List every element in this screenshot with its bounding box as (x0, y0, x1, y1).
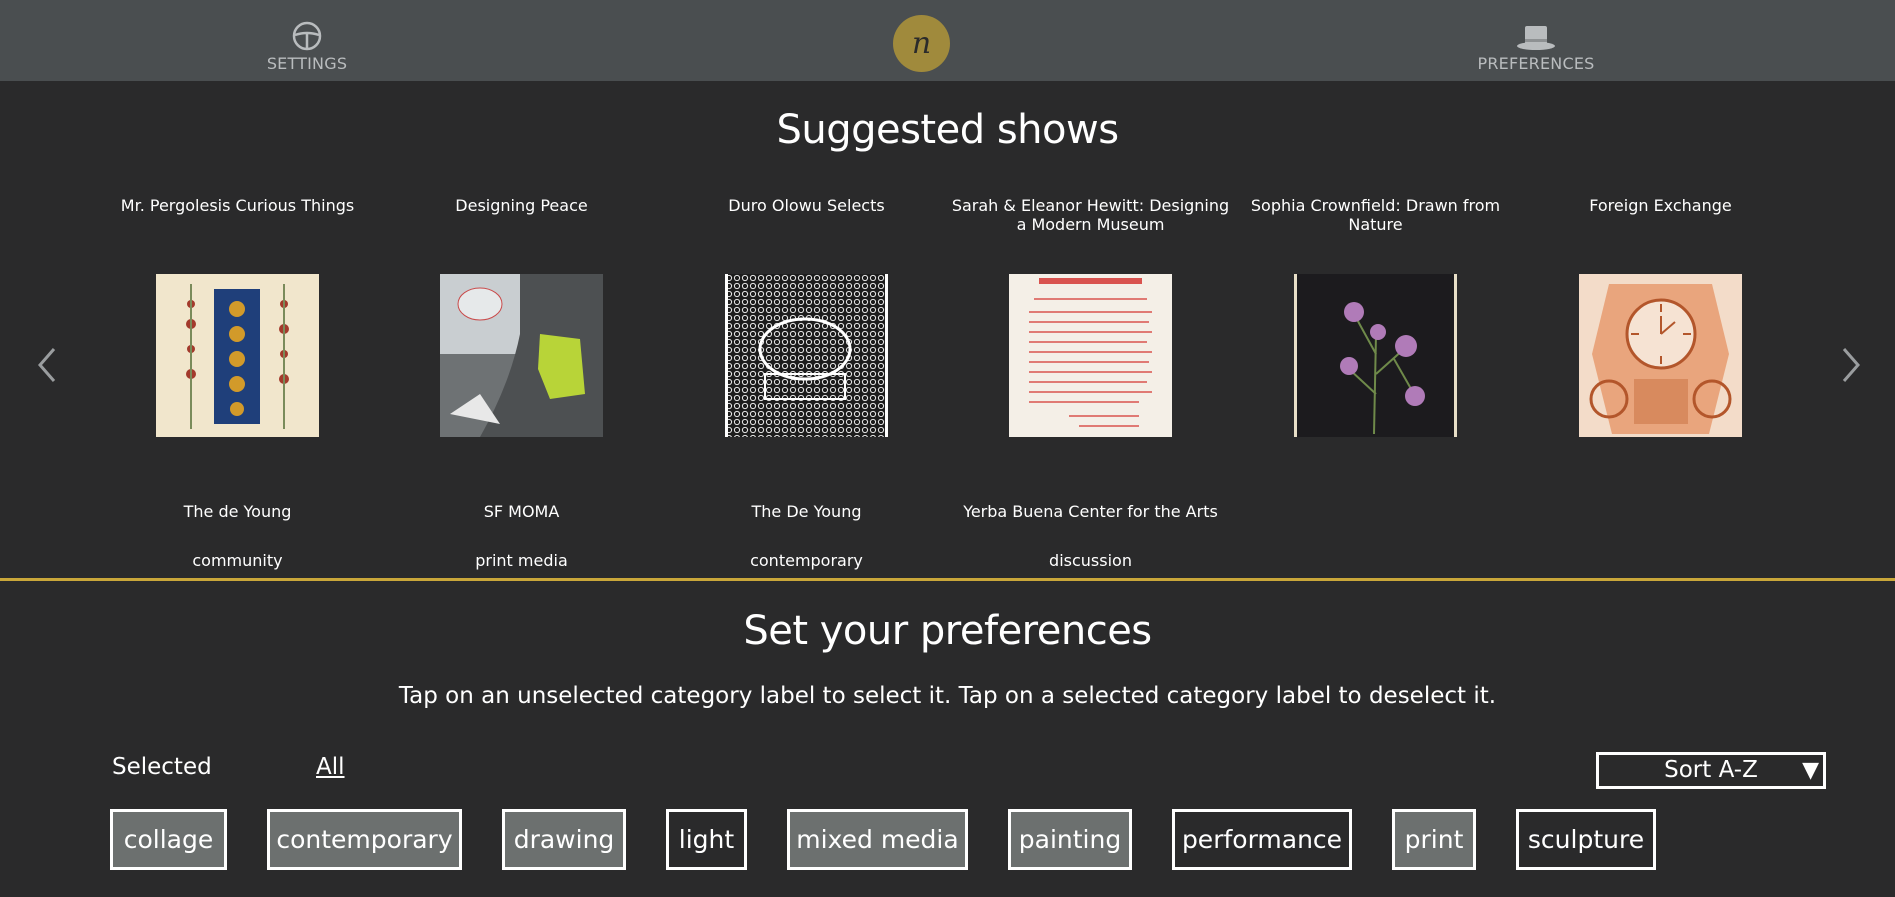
show-card[interactable]: Foreign Exchange (1518, 196, 1803, 502)
category-chip-label: drawing (513, 825, 615, 854)
category-chip-sculpture[interactable]: sculpture (1516, 809, 1656, 870)
caret-down-icon: ▼ (1802, 758, 1819, 783)
preferences-label: PREFERENCES (1477, 54, 1595, 73)
category-chip-label: mixed media (796, 825, 959, 854)
category-chip-label: sculpture (1527, 825, 1645, 854)
show-venue: Yerba Buena Center for the Arts (963, 502, 1218, 521)
category-chip-light[interactable]: light (666, 809, 747, 870)
suggested-shows-heading: Suggested shows (776, 107, 1119, 153)
show-thumbnail (440, 274, 603, 437)
show-thumbnail (1009, 274, 1172, 437)
show-card[interactable]: Sophia Crownfield: Drawn from Nature (1233, 196, 1518, 502)
show-thumbnail (1579, 274, 1742, 437)
show-card[interactable]: Sarah & Eleanor Hewitt: Designing a Mode… (948, 196, 1233, 570)
top-hat-icon (1436, 16, 1636, 52)
chevron-right-icon (1842, 348, 1860, 382)
show-thumbnail (725, 274, 888, 437)
category-chip-drawing[interactable]: drawing (502, 809, 626, 870)
show-title: Sarah & Eleanor Hewitt: Designing a Mode… (951, 196, 1230, 234)
category-chip-label: contemporary (276, 825, 453, 854)
preferences-nav-button[interactable]: PREFERENCES (1436, 16, 1636, 73)
show-venue: The de Young (183, 502, 292, 521)
category-chip-contemporary[interactable]: contemporary (267, 809, 462, 870)
logo-button[interactable]: n (893, 15, 950, 72)
chevron-left-icon (38, 348, 56, 382)
show-card[interactable]: Duro Olowu Selects The De Young contempo… (664, 196, 949, 570)
category-chip-painting[interactable]: painting (1008, 809, 1132, 870)
section-divider (0, 578, 1895, 581)
show-category: discussion (1049, 551, 1132, 570)
sort-dropdown[interactable]: Sort A-Z ▼ (1596, 752, 1826, 789)
category-chip-print[interactable]: print (1392, 809, 1476, 870)
show-category: community (192, 551, 283, 570)
show-category: print media (475, 551, 568, 570)
show-card[interactable]: Mr. Pergolesis Curious Things The de You… (95, 196, 380, 570)
show-title: Foreign Exchange (1589, 196, 1732, 215)
steering-wheel-icon (207, 16, 407, 52)
sort-label: Sort A-Z (1664, 757, 1758, 783)
tab-selected[interactable]: Selected (112, 754, 212, 780)
logo-letter: n (911, 26, 932, 61)
show-title: Mr. Pergolesis Curious Things (120, 196, 355, 215)
show-category: contemporary (750, 551, 863, 570)
category-chip-label: print (1404, 825, 1464, 854)
preferences-heading: Set your preferences (743, 608, 1152, 654)
carousel-prev-button[interactable] (27, 340, 67, 390)
top-nav-bar: SETTINGS n PREFERENCES (0, 0, 1895, 81)
show-card[interactable]: Designing Peace SF MOMA print media (379, 196, 664, 570)
show-title: Designing Peace (455, 196, 588, 215)
show-title: Duro Olowu Selects (728, 196, 885, 215)
show-venue: SF MOMA (483, 502, 560, 521)
category-chip-label: painting (1018, 825, 1122, 854)
show-title: Sophia Crownfield: Drawn from Nature (1250, 196, 1501, 234)
preferences-instructions: Tap on an unselected category label to s… (398, 683, 1497, 709)
settings-label: SETTINGS (266, 54, 348, 73)
show-thumbnail (156, 274, 319, 437)
show-thumbnail (1294, 274, 1457, 437)
category-chip-collage[interactable]: collage (110, 809, 227, 870)
tab-all[interactable]: All (316, 754, 345, 780)
category-chip-label: collage (123, 825, 214, 854)
category-chip-mixed-media[interactable]: mixed media (787, 809, 968, 870)
category-chip-performance[interactable]: performance (1172, 809, 1352, 870)
carousel-next-button[interactable] (1831, 340, 1871, 390)
category-chip-label: performance (1181, 825, 1343, 854)
category-chip-label: light (678, 825, 735, 854)
show-venue: The De Young (751, 502, 862, 521)
settings-nav-button[interactable]: SETTINGS (207, 16, 407, 73)
